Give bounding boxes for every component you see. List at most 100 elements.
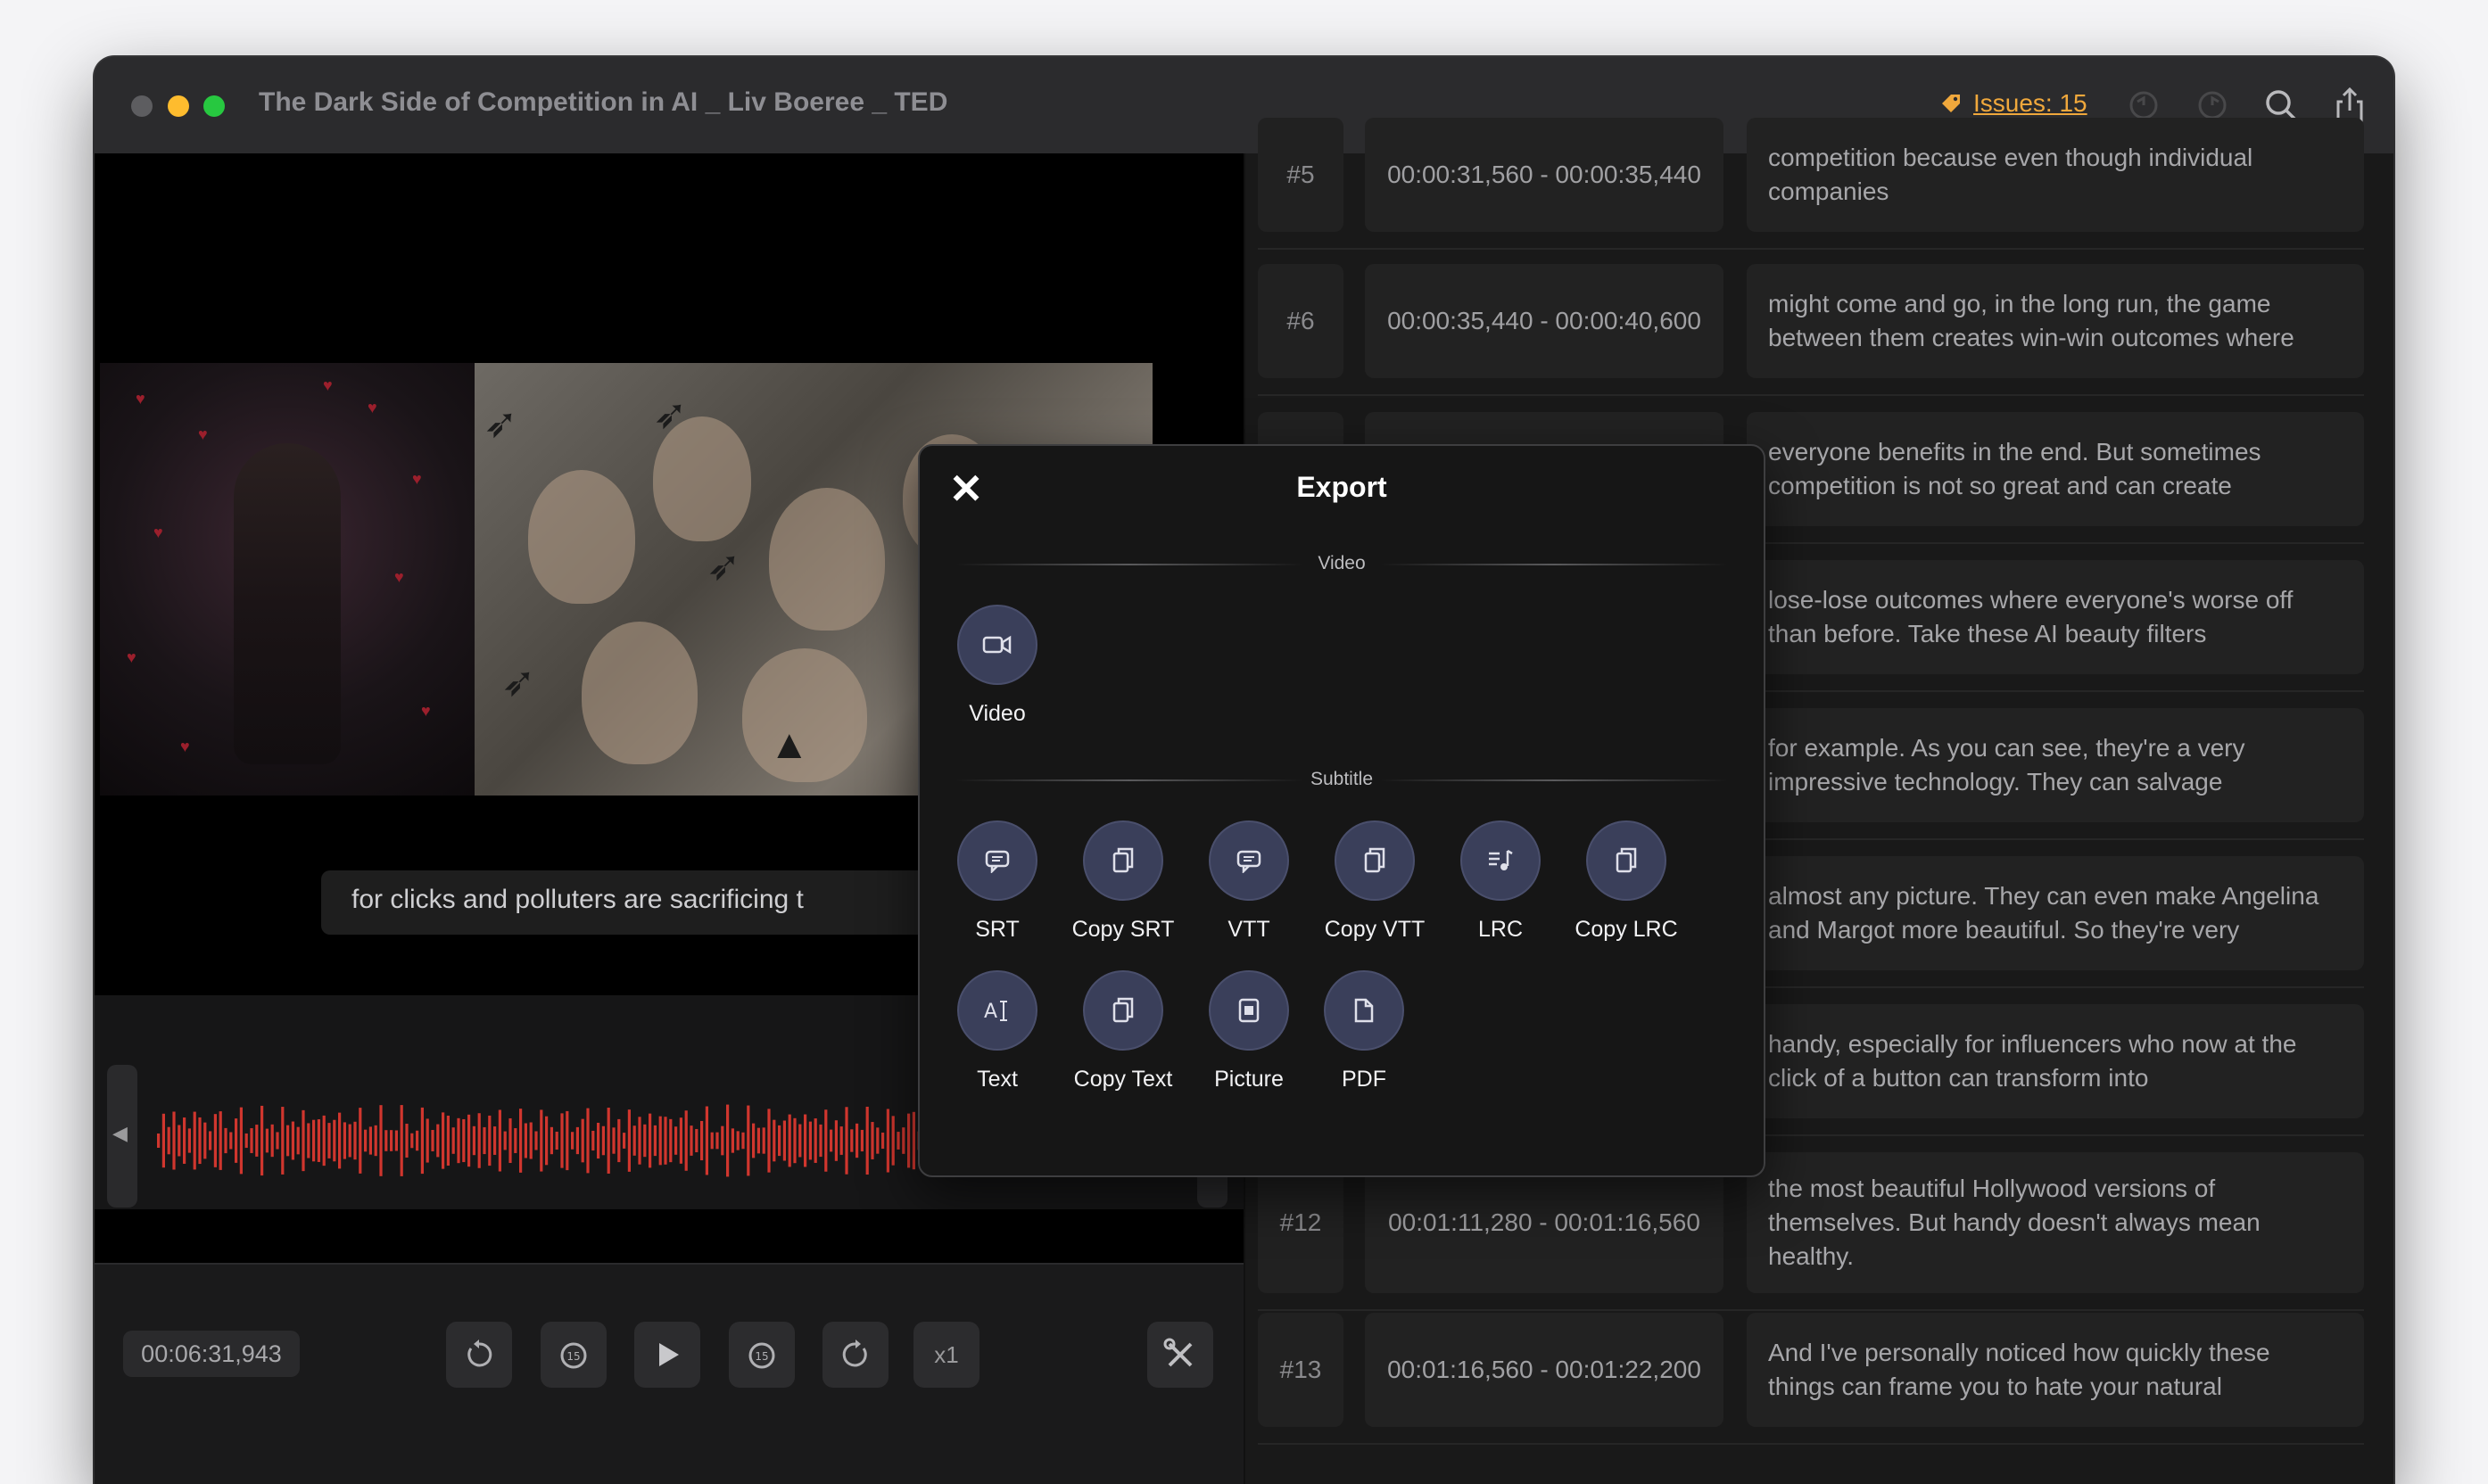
subtitle-row[interactable]: #6 00:00:35,440 - 00:00:40,600 might come … — [1258, 264, 2364, 378]
export-copy-lrc-button[interactable]: Copy LRC — [1550, 820, 1702, 954]
row-subtitle-text[interactable]: And I've personally noticed how quickly … — [1747, 1313, 2364, 1427]
waveform-bar — [638, 1117, 641, 1165]
waveform-bar — [488, 1115, 492, 1167]
waveform-bar — [649, 1113, 652, 1168]
waveform-bar — [756, 1127, 760, 1154]
waveform-bar — [353, 1121, 357, 1160]
waveform-bar — [715, 1132, 719, 1150]
waveform-bar — [617, 1118, 621, 1163]
waveform-bar — [798, 1124, 802, 1158]
waveform-bar — [586, 1108, 590, 1174]
skip-back-15-button[interactable]: 15 — [541, 1322, 607, 1388]
export-dialog: ✕ Export Video Video Subtitle SRT Copy SR… — [918, 444, 1765, 1177]
zoom-window-button[interactable] — [203, 95, 225, 117]
waveform-bar — [741, 1132, 745, 1150]
waveform-bar — [498, 1109, 501, 1172]
row-subtitle-text[interactable]: almost any picture. They can even make A… — [1747, 856, 2364, 970]
left-arrow-icon: ◀ — [112, 1122, 128, 1144]
issues-link[interactable]: Issues: 15 — [1939, 89, 2087, 118]
waveform-bar — [571, 1132, 574, 1150]
row-index: #5 — [1258, 118, 1343, 232]
row-index: #13 — [1258, 1313, 1343, 1427]
divider — [1380, 779, 1728, 781]
play-icon — [659, 1343, 679, 1366]
waveform-bar — [902, 1127, 905, 1154]
speech-bubble-icon — [1209, 820, 1289, 901]
tools-button[interactable] — [1147, 1322, 1213, 1388]
waveform-bar — [503, 1131, 507, 1150]
row-timecode[interactable]: 00:01:16,560 - 00:01:22,200 — [1365, 1313, 1723, 1427]
waveform-bar — [213, 1114, 217, 1167]
waveform-bar — [270, 1124, 274, 1158]
waveform-scroll-left[interactable]: ◀ — [107, 1065, 137, 1208]
waveform-bar — [250, 1128, 253, 1153]
svg-text:15: 15 — [566, 1350, 580, 1363]
waveform-bar — [436, 1124, 440, 1158]
waveform-bar — [695, 1128, 698, 1153]
app-window: The Dark Side of Competition in AI _ Liv… — [95, 57, 2393, 1484]
row-timecode[interactable]: 00:00:31,560 - 00:00:35,440 — [1365, 118, 1723, 232]
row-subtitle-text[interactable]: competition because even though individu… — [1747, 118, 2364, 232]
export-video-button[interactable]: Video — [922, 605, 1073, 738]
waveform-bar — [575, 1126, 579, 1155]
row-subtitle-text[interactable]: for example. As you can see, they're a v… — [1747, 708, 2364, 822]
waveform-bar — [446, 1115, 450, 1167]
waveform-bar — [157, 1134, 161, 1148]
waveform-bar — [679, 1117, 682, 1164]
music-note-list-icon — [1460, 820, 1541, 901]
close-window-button[interactable] — [131, 95, 153, 117]
waveform-bar — [871, 1122, 874, 1159]
export-button-label: Copy LRC — [1575, 917, 1678, 942]
subtitle-overlay: for clicks and polluters are sacrificing… — [351, 885, 804, 914]
waveform-bar — [390, 1130, 393, 1151]
export-pdf-button[interactable]: PDF — [1288, 970, 1440, 1104]
waveform-bar — [555, 1131, 558, 1150]
subtitle-row[interactable]: #5 00:00:31,560 - 00:00:35,440 competition… — [1258, 118, 2364, 232]
waveform-bar — [912, 1111, 915, 1170]
waveform-bar — [394, 1130, 398, 1151]
waveform-bar — [219, 1111, 222, 1170]
waveform-bar — [881, 1132, 885, 1150]
waveform-bar — [793, 1117, 797, 1164]
waveform-bar — [178, 1125, 181, 1157]
row-subtitle-text[interactable]: the most beautiful Hollywood versions of… — [1747, 1152, 2364, 1293]
waveform-bar — [545, 1116, 549, 1166]
waveform-bar — [338, 1112, 342, 1169]
subtitle-row[interactable]: #13 00:01:16,560 - 00:01:22,200 And I've p… — [1258, 1313, 2364, 1427]
waveform-bar — [343, 1122, 346, 1159]
tag-icon — [1942, 95, 1960, 112]
waveform-bar — [302, 1109, 305, 1172]
document-icon — [1324, 970, 1404, 1051]
loop-icon — [842, 1340, 867, 1367]
waveform-bar — [239, 1107, 243, 1175]
row-subtitle-text[interactable]: might come and go, in the long run, the … — [1747, 264, 2364, 378]
waveform-bar — [865, 1106, 869, 1175]
waveform-bar — [721, 1125, 724, 1156]
waveform-bar — [788, 1114, 791, 1167]
replay-button[interactable] — [446, 1322, 512, 1388]
row-subtitle-text[interactable]: lose-lose outcomes where everyone's wors… — [1747, 560, 2364, 674]
waveform-bar — [560, 1113, 564, 1168]
row-subtitle-text[interactable]: everyone benefits in the end. But someti… — [1747, 412, 2364, 526]
waveform-bar — [493, 1126, 497, 1155]
loop-button[interactable] — [822, 1322, 889, 1388]
waveform-bar — [229, 1132, 233, 1150]
waveform-bar — [907, 1113, 911, 1168]
picture-icon — [1209, 970, 1289, 1051]
minimize-window-button[interactable] — [168, 95, 189, 117]
skip-forward-15-button[interactable]: 15 — [729, 1322, 795, 1388]
waveform-bar — [597, 1122, 600, 1159]
waveform-bar — [700, 1120, 704, 1161]
waveform-bar — [830, 1129, 833, 1152]
row-timecode[interactable]: 00:00:35,440 - 00:00:40,600 — [1365, 264, 1723, 378]
waveform-bar — [467, 1114, 471, 1167]
play-button[interactable] — [634, 1322, 700, 1388]
row-subtitle-text[interactable]: handy, especially for influencers who no… — [1747, 1004, 2364, 1118]
waveform-bar — [690, 1125, 693, 1156]
video-thumbnail-left: ♥ ♥ ♥ ♥ ♥ ♥ ♥ ♥ ♥ ♥ — [100, 363, 475, 796]
waveform-bar — [834, 1120, 838, 1161]
waveform-bar — [643, 1124, 647, 1158]
waveform-bar — [161, 1113, 165, 1168]
speed-button[interactable]: x1 — [913, 1322, 979, 1388]
waveform-bar — [187, 1128, 191, 1153]
